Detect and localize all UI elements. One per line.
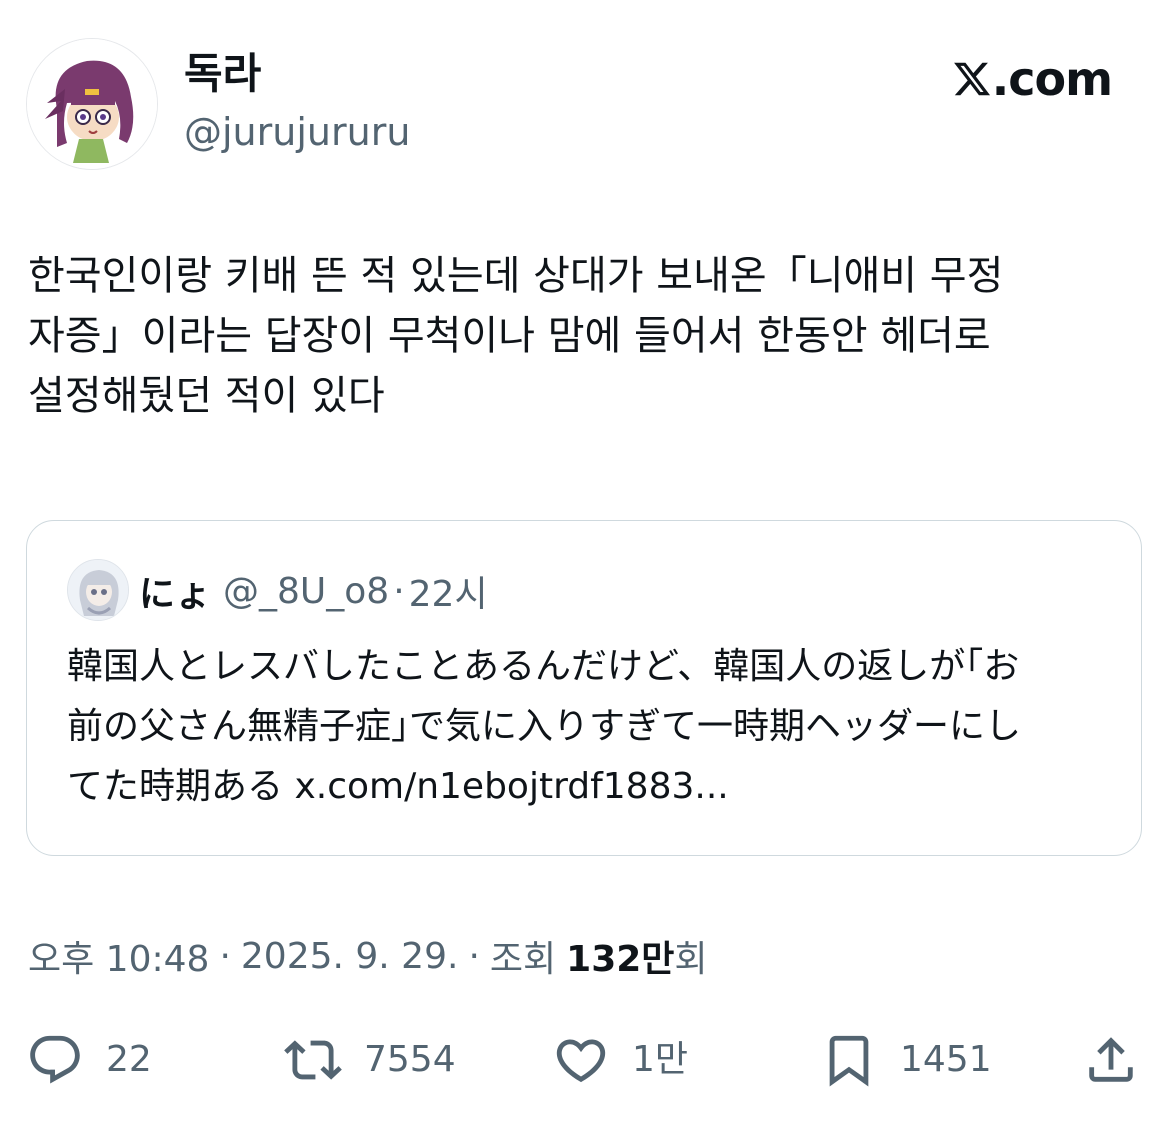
author-name[interactable]: 독라 <box>184 48 261 100</box>
views-label: 조회 <box>489 939 557 980</box>
bookmark-button[interactable]: 1451 <box>820 1028 992 1092</box>
tweet-time[interactable]: 오후 10:48 <box>28 930 209 982</box>
quote-author-name[interactable]: にょ <box>139 565 211 617</box>
meta-separator: · <box>219 935 231 977</box>
author-handle[interactable]: @jurujururu <box>184 108 410 156</box>
bookmark-count: 1451 <box>900 1039 992 1080</box>
quote-separator: · <box>393 570 405 612</box>
share-button[interactable] <box>1082 1028 1140 1092</box>
brand-suffix: .com <box>991 52 1113 106</box>
quote-author-handle[interactable]: @_8U_o8 <box>223 571 389 612</box>
x-logo-icon <box>953 62 990 96</box>
reply-button[interactable]: 22 <box>26 1028 152 1092</box>
heart-icon <box>556 1039 606 1083</box>
like-button[interactable]: 1만 <box>552 1028 688 1092</box>
reply-icon <box>30 1035 80 1084</box>
tweet-date[interactable]: 2025. 9. 29. <box>241 936 459 977</box>
quote-text: 韓国人とレスバしたことあるんだけど、韓国人の返しが｢お 前の父さん無精子症｣で気… <box>67 646 1022 807</box>
repost-icon <box>284 1040 342 1080</box>
meta-separator: · <box>468 935 480 977</box>
share-icon <box>1089 1037 1133 1082</box>
quote-meta: にょ @_8U_o8 · 22시 <box>139 565 488 617</box>
tweet-text: 한국인이랑 키배 뜬 적 있는데 상대가 보내온「니애비 무정 자증」이라는 답… <box>28 253 1004 419</box>
anime-girl-avatar-icon <box>27 39 157 169</box>
x-com-brand: .com <box>952 52 1113 106</box>
repost-count: 7554 <box>364 1039 456 1080</box>
author-avatar[interactable] <box>26 38 158 170</box>
quote-avatar[interactable] <box>67 559 129 621</box>
tweet-meta: 오후 10:48 · 2025. 9. 29. · 조회 132만 회 <box>28 930 708 982</box>
views-suffix: 회 <box>674 939 708 980</box>
reply-count: 22 <box>106 1039 152 1080</box>
views-count: 132만 <box>566 939 675 980</box>
anime-avatar-icon <box>68 560 128 620</box>
repost-button[interactable]: 7554 <box>284 1028 456 1092</box>
like-count: 1만 <box>632 1039 689 1080</box>
quote-time[interactable]: 22시 <box>409 565 488 617</box>
bookmark-icon <box>829 1035 869 1087</box>
quoted-tweet-card[interactable]: にょ @_8U_o8 · 22시 韓国人とレスバしたことあるんだけど、韓国人の返… <box>26 520 1142 856</box>
